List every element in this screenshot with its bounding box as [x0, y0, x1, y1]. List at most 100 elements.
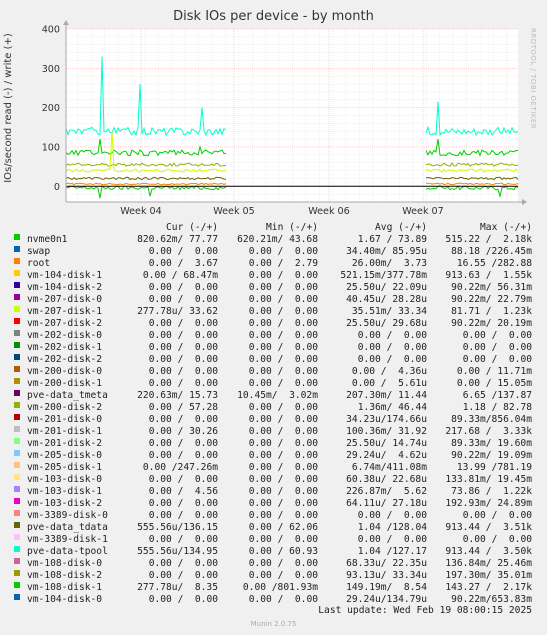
legend-avg: 68.33u/ 22.35u: [346, 558, 427, 569]
legend-cur: 0.00 / 0.00: [148, 342, 218, 353]
legend-min: 0.00 / 0.00: [248, 558, 318, 569]
legend-cur: 0.00 / 0.00: [148, 366, 218, 377]
legend-swatch: [14, 378, 20, 384]
legend-swatch: [14, 294, 20, 300]
legend-cur: 0.00 / 0.00: [148, 318, 218, 329]
legend-avg: 1.04 /127.17: [357, 546, 427, 557]
legend-avg: 34.23u/174.66u: [346, 414, 427, 425]
legend-min: 0.00 / 0.00: [248, 450, 318, 461]
legend-max: 133.81m/ 19.45m: [445, 474, 532, 485]
legend-name: vm-201-disk-0: [27, 414, 103, 425]
legend-cur: 0.00 / 0.00: [148, 450, 218, 461]
legend-avg: 0.00 / 0.00: [357, 342, 427, 353]
legend-min: 0.00 / 0.00: [248, 486, 318, 497]
legend-cur: 0.00 / 68.47m: [142, 270, 218, 281]
legend-avg: 0.00 / 0.00: [357, 534, 427, 545]
legend-name: vm-207-disk-1: [27, 306, 103, 317]
y-tick-label: 300: [42, 64, 60, 75]
legend-max: 913.44 / 3.50k: [445, 546, 532, 557]
legend-name: vm-104-disk-1: [27, 270, 103, 281]
legend-max: 0.00 / 11.71m: [456, 366, 532, 377]
legend-avg: 1.67 / 73.89: [357, 234, 427, 245]
legend-cur: 0.00 / 0.00: [148, 558, 218, 569]
legend-max: 217.68 / 3.33k: [445, 426, 532, 437]
legend-cur: 0.00 / 0.00: [148, 570, 218, 581]
x-tick-label: Week 06: [308, 206, 350, 217]
legend-name: vm-200-disk-0: [27, 366, 103, 377]
legend-cur: 0.00 / 0.00: [148, 378, 218, 389]
legend-cur: 0.00 / 0.00: [148, 438, 218, 449]
legend-max: 913.44 / 3.51k: [445, 522, 532, 533]
legend-name: vm-205-disk-1: [27, 462, 103, 473]
legend-cur: 0.00 / 3.67: [148, 258, 218, 269]
legend-avg: 40.45u/ 28.28u: [346, 294, 427, 305]
legend-min: 0.00 / 0.00: [248, 306, 318, 317]
legend-max: 143.27 / 2.17k: [445, 582, 532, 593]
legend-swatch: [14, 498, 20, 504]
legend-swatch: [14, 522, 20, 528]
legend-name: vm-202-disk-1: [27, 342, 103, 353]
legend-name: vm-3389-disk-0: [27, 510, 108, 521]
legend-avg: 29.24u/134.79u: [346, 594, 427, 605]
legend-min: 0.00 / 0.00: [248, 594, 318, 605]
legend-swatch: [14, 474, 20, 480]
legend-cur: 277.78u/ 33.62: [137, 306, 218, 317]
legend-avg: 6.74m/411.08m: [351, 462, 427, 473]
legend-min: 0.00 / 2.79: [248, 258, 318, 269]
legend-max: 0.00 / 15.05m: [456, 378, 532, 389]
legend-max: 0.00 / 0.00: [462, 342, 532, 353]
legend-avg: 64.11u/ 27.18u: [346, 498, 427, 509]
legend-name: vm-201-disk-1: [27, 426, 103, 437]
legend-swatch: [14, 366, 20, 372]
legend-avg: 0.00 / 0.00: [357, 330, 427, 341]
munin-version: Munin 2.0.75: [250, 620, 297, 628]
legend-min: 0.00 / 60.93: [248, 546, 318, 557]
legend-min: 0.00 / 0.00: [248, 246, 318, 257]
legend-max: 0.00 / 0.00: [462, 330, 532, 341]
legend-cur: 0.00 / 0.00: [148, 474, 218, 485]
legend-swatch: [14, 282, 20, 288]
legend-cur: 0.00 / 0.00: [148, 510, 218, 521]
legend-cur: 0.00 / 0.00: [148, 246, 218, 257]
legend-swatch: [14, 270, 20, 276]
legend-name: pve-data_tmeta: [27, 390, 108, 401]
legend-name: pve-data-tpool: [27, 546, 108, 557]
legend-max: 73.86 / 1.22k: [451, 486, 532, 497]
legend-cur: 0.00 / 57.28: [148, 402, 218, 413]
legend-name: vm-108-disk-2: [27, 570, 103, 581]
legend-name: vm-200-disk-2: [27, 402, 103, 413]
legend-name: vm-207-disk-2: [27, 318, 103, 329]
legend-avg: 0.00 / 5.61u: [351, 378, 427, 389]
legend-avg: 25.50u/ 29.68u: [346, 318, 427, 329]
legend-swatch: [14, 510, 20, 516]
legend-min: 0.00 / 0.00: [248, 318, 318, 329]
y-tick-label: 100: [42, 142, 60, 153]
legend-min: 0.00 / 0.00: [248, 498, 318, 509]
legend-max: 1.18 / 82.78: [462, 402, 532, 413]
legend-avg: 0.00 / 4.36u: [351, 366, 427, 377]
legend-min: 0.00 /801.93m: [242, 582, 318, 593]
legend-max: 89.33m/ 19.60m: [451, 438, 532, 449]
legend-avg: 25.50u/ 14.74u: [346, 438, 427, 449]
legend-name: vm-104-disk-0: [27, 594, 103, 605]
y-tick-label: 200: [42, 103, 60, 114]
legend-name: vm-201-disk-2: [27, 438, 103, 449]
legend-avg: 34.40m/ 85.95u: [346, 246, 427, 257]
legend-cur: 0.00 / 0.00: [148, 498, 218, 509]
legend-cur: 555.56u/134.95: [137, 546, 218, 557]
legend-min: 0.00 / 0.00: [248, 366, 318, 377]
legend-max: 88.18 /226.45m: [451, 246, 532, 257]
legend-name: vm-103-disk-1: [27, 486, 103, 497]
legend-min: 0.00 / 0.00: [248, 414, 318, 425]
legend-max: 90.22m/ 56.31m: [451, 282, 532, 293]
legend-avg: 521.15m/377.78m: [340, 270, 427, 281]
legend-max: 136.84m/ 25.46m: [445, 558, 532, 569]
x-tick-label: Week 05: [213, 206, 255, 217]
legend-min: 0.00 / 0.00: [248, 282, 318, 293]
legend-min: 0.00 / 0.00: [248, 378, 318, 389]
legend-swatch: [14, 414, 20, 420]
legend-min: 0.00 / 0.00: [248, 270, 318, 281]
legend-name: nvme0n1: [27, 234, 68, 245]
legend-min: 0.00 / 0.00: [248, 510, 318, 521]
legend-min: 0.00 / 62.06: [248, 522, 318, 533]
